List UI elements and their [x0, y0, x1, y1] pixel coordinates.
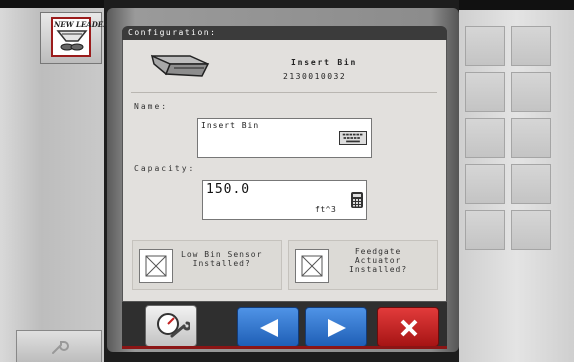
grid-slot[interactable] — [465, 118, 505, 158]
grid-slot[interactable] — [511, 118, 551, 158]
brand-logo-text: NEW LEADER — [54, 20, 109, 29]
top-strip — [0, 0, 104, 8]
close-x-icon — [400, 319, 418, 337]
settings-gauge-wrench-icon — [157, 313, 190, 338]
calculator-icon[interactable] — [351, 192, 363, 208]
tools-button[interactable] — [16, 330, 102, 362]
close-button[interactable] — [377, 307, 439, 347]
feedgate-actuator-option: Feedgate Actuator Installed? — [288, 240, 438, 290]
grid-slot[interactable] — [465, 164, 505, 204]
grid-slot[interactable] — [465, 26, 505, 66]
feedgate-actuator-checkbox[interactable] — [295, 249, 329, 283]
divider — [131, 92, 437, 93]
right-top-strip — [459, 0, 574, 10]
insert-bin-icon — [150, 54, 210, 77]
low-bin-sensor-label: Low Bin Sensor Installed? — [181, 250, 263, 268]
product-number: 2130010032 — [283, 72, 347, 81]
grid-slot[interactable] — [511, 164, 551, 204]
wrench-icon — [52, 341, 69, 354]
back-button[interactable] — [237, 307, 299, 347]
app-button[interactable]: NEW LEADER — [40, 12, 109, 64]
feedgate-actuator-label: Feedgate Actuator Installed? — [349, 247, 408, 274]
capacity-field[interactable]: 150.0 ft^3 — [202, 180, 367, 220]
grid-slot[interactable] — [465, 72, 505, 112]
name-value: Insert Bin — [201, 121, 260, 130]
keyboard-icon[interactable] — [339, 131, 367, 145]
dialog-title: Configuration: — [128, 28, 217, 37]
settings-button[interactable] — [145, 305, 197, 347]
right-arrow-icon — [328, 319, 346, 337]
product-name: Insert Bin — [291, 58, 358, 67]
grid-slot[interactable] — [511, 72, 551, 112]
spreader-bin-icon: NEW LEADER — [51, 17, 109, 57]
grid-slot[interactable] — [511, 26, 551, 66]
low-bin-sensor-checkbox[interactable] — [139, 249, 173, 283]
low-bin-sensor-option: Low Bin Sensor Installed? — [132, 240, 282, 290]
left-arrow-icon — [260, 319, 278, 337]
capacity-label: Capacity: — [134, 164, 196, 173]
name-field[interactable]: Insert Bin — [197, 118, 372, 158]
capacity-unit: ft^3 — [315, 205, 337, 214]
next-button[interactable] — [305, 307, 367, 347]
capacity-value: 150.0 — [206, 182, 251, 197]
grid-slot[interactable] — [511, 210, 551, 250]
bottom-accent-line — [122, 346, 447, 349]
name-label: Name: — [134, 102, 169, 111]
grid-slot[interactable] — [465, 210, 505, 250]
